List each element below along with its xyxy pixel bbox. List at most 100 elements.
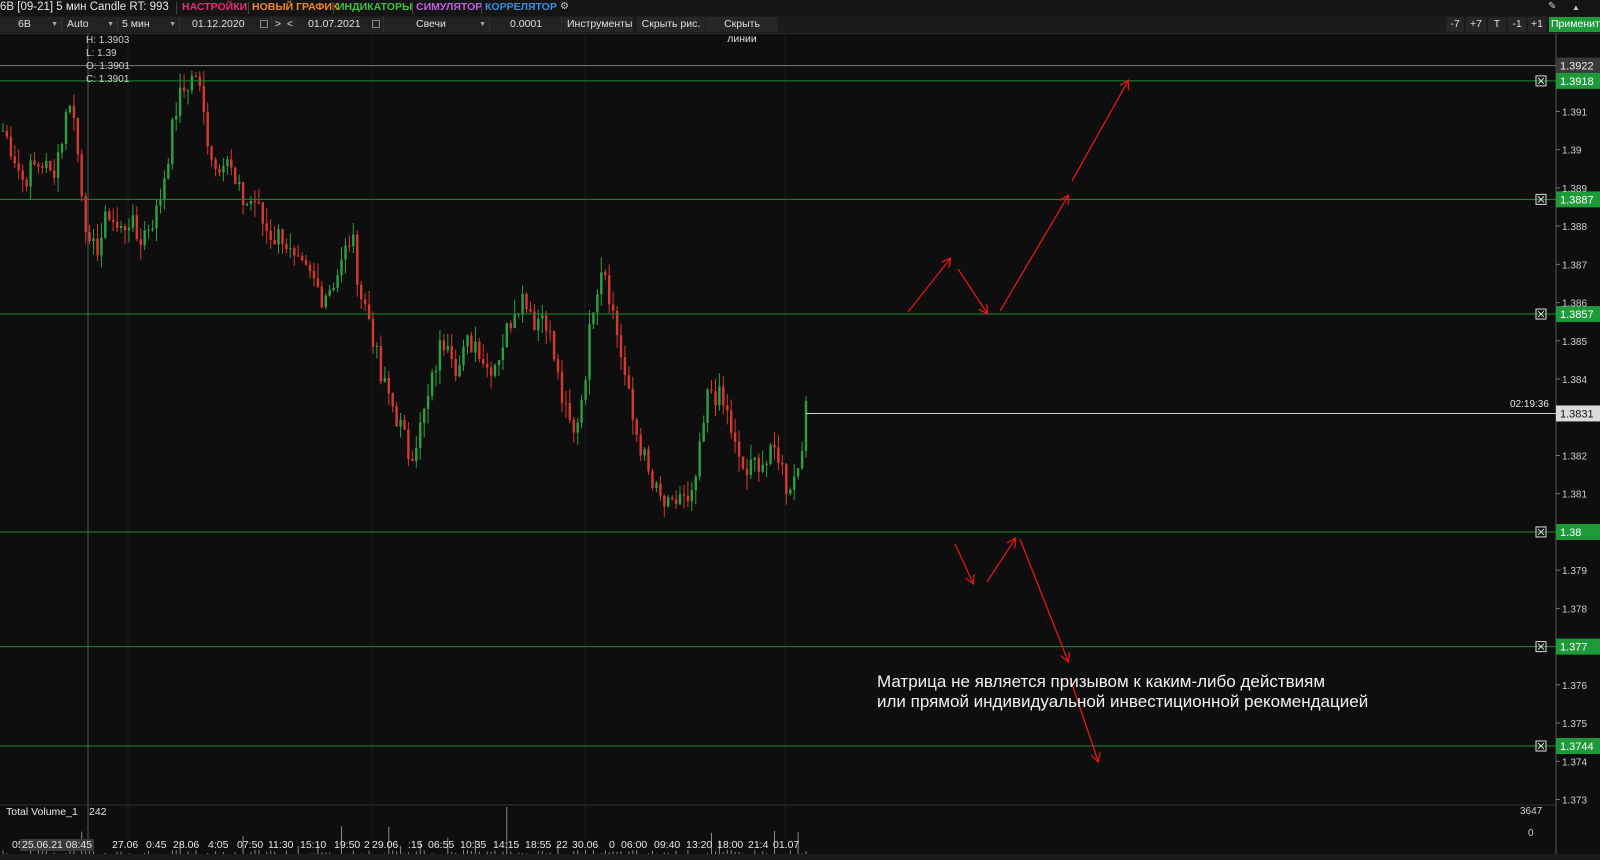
candle-body: [206, 112, 209, 147]
candle-body: [580, 399, 583, 423]
candle-body: [210, 146, 213, 160]
candle-body: [112, 219, 115, 222]
candle-body: [796, 468, 800, 477]
candle-body: [694, 476, 697, 491]
time-label: 29.06: [372, 839, 399, 851]
tools-button[interactable]: Инструменты: [563, 17, 633, 32]
candle-body: [745, 468, 749, 475]
price-tick-label: 1.385: [1562, 337, 1587, 348]
candle-body: [489, 367, 493, 376]
price-tick-label: 1.382: [1562, 451, 1587, 462]
candle-body: [159, 200, 162, 206]
candle-body: [525, 293, 528, 310]
candle-body: [25, 179, 28, 187]
time-label: 4:05: [208, 839, 229, 851]
candle-body: [509, 323, 512, 329]
candle-body: [17, 163, 20, 171]
candle-body: [505, 323, 508, 348]
candle-body: [667, 497, 670, 507]
candle-body: [108, 211, 111, 220]
candle-body: [584, 379, 587, 400]
candle-body: [804, 401, 808, 452]
time-axis[interactable]: 05 25.06.21 08:45 27.06 0:45 28.06 4:05 07:50 1…: [0, 839, 1556, 853]
menu-new-chart[interactable]: НОВЫЙ ГРАФИК: [252, 1, 338, 13]
time-label: 15:10: [300, 839, 327, 851]
collapse-icon[interactable]: ▲: [1572, 3, 1580, 12]
price-tick-label: 1.389: [1562, 184, 1587, 195]
calendar-icon[interactable]: [260, 20, 268, 28]
candle-body: [643, 449, 646, 456]
candle-body: [218, 169, 221, 173]
symbol-select[interactable]: 6B ▼: [0, 17, 62, 32]
candle-body: [155, 205, 158, 229]
chart-type-value: Свечи: [416, 18, 446, 30]
level-lines[interactable]: 1.3922 1.3918 1.3887 1.3857 1.38 1.377 1.3744: [0, 57, 1600, 755]
candle-body: [627, 375, 631, 389]
menu-simulator[interactable]: СИМУЛЯТОР: [416, 1, 482, 13]
time-label: 09:40: [654, 839, 681, 851]
nav-next-button[interactable]: >: [272, 17, 284, 32]
menu-correlator[interactable]: КОРРЕЛЯТОР: [485, 1, 557, 13]
candle-body: [608, 275, 611, 305]
chart-type-select[interactable]: Свечи ▼: [384, 17, 490, 32]
timeframe-value: 5 мин: [122, 18, 150, 30]
menu-settings[interactable]: НАСТРОЙКИ: [182, 1, 247, 13]
candle-body: [289, 248, 292, 250]
tick-size-input[interactable]: 0.0001: [490, 17, 562, 32]
gears-icon[interactable]: ⚙: [560, 1, 569, 12]
disclaimer-line: Матрица не является призывом к каким-либ…: [877, 672, 1326, 691]
candle-body: [356, 234, 359, 285]
candle-body: [60, 144, 64, 153]
date-from-value: 01.12.2020: [192, 18, 245, 30]
disclaimer-line: или прямой индивидуальной инвестиционной…: [877, 692, 1369, 711]
level-label: 1.3918: [1560, 76, 1594, 88]
candle-body: [241, 182, 245, 206]
date-to-input[interactable]: 01.07.2021: [296, 17, 384, 32]
timeframe-select[interactable]: 5 мин ▼: [118, 17, 180, 32]
menu-divider: [248, 2, 249, 14]
hide-drawings-button[interactable]: Скрыть рис.: [637, 17, 705, 32]
calendar-icon[interactable]: [372, 20, 380, 28]
apply-button[interactable]: Применить: [1549, 17, 1600, 32]
zoom-minus-1-button[interactable]: -1: [1508, 17, 1526, 32]
candle-body: [761, 464, 764, 472]
symbol-value: 6B: [18, 18, 31, 30]
zoom-minus-7-button[interactable]: -7: [1446, 17, 1464, 32]
candle-body: [332, 287, 335, 290]
menu-divider: [412, 2, 413, 14]
candle-body: [285, 244, 288, 249]
scale-select[interactable]: Auto ▼: [62, 17, 118, 32]
candle-body: [651, 471, 654, 489]
time-label: 14:15: [493, 839, 520, 851]
candle-body: [600, 272, 603, 295]
menu-indicators[interactable]: ИНДИКАТОРЫ: [337, 1, 412, 13]
time-label: 01.07: [773, 839, 800, 851]
menu-divider: [176, 2, 177, 14]
zoom-plus-1-button[interactable]: +1: [1528, 17, 1546, 32]
candle-body: [360, 284, 363, 300]
last-price-label: 1.3831: [1560, 408, 1594, 420]
level-label: 1.3922: [1560, 61, 1594, 73]
candle-body: [245, 204, 249, 206]
candle-body: [733, 432, 737, 442]
price-axis[interactable]: 1.391 1.39 1.389 1.388 1.387 1.386 1.385 1.384 1…: [1556, 107, 1587, 807]
candle-body: [446, 346, 449, 351]
candle-body: [56, 152, 60, 178]
menu-divider: [481, 2, 482, 14]
nav-prev-button[interactable]: <: [284, 17, 296, 32]
today-button[interactable]: T: [1488, 17, 1506, 32]
candle-body: [96, 238, 99, 256]
pin-icon[interactable]: ✎: [1548, 1, 1556, 12]
price-chart[interactable]: 1.39221.39181.38871.38571.381.3771.3744 …: [0, 33, 1600, 860]
candle-body: [143, 230, 146, 245]
candle-body: [438, 340, 442, 371]
forecast-arrows[interactable]: [907, 81, 1128, 761]
candle-body: [33, 160, 36, 165]
candle-body: [769, 444, 772, 464]
candle-body: [395, 406, 398, 427]
hide-lines-button[interactable]: Скрыть линии: [706, 17, 778, 45]
candle-body: [100, 237, 103, 256]
zoom-plus-7-button[interactable]: +7: [1466, 17, 1486, 32]
price-tick-label: 1.387: [1562, 260, 1587, 271]
date-from-input[interactable]: 01.12.2020: [180, 17, 272, 32]
